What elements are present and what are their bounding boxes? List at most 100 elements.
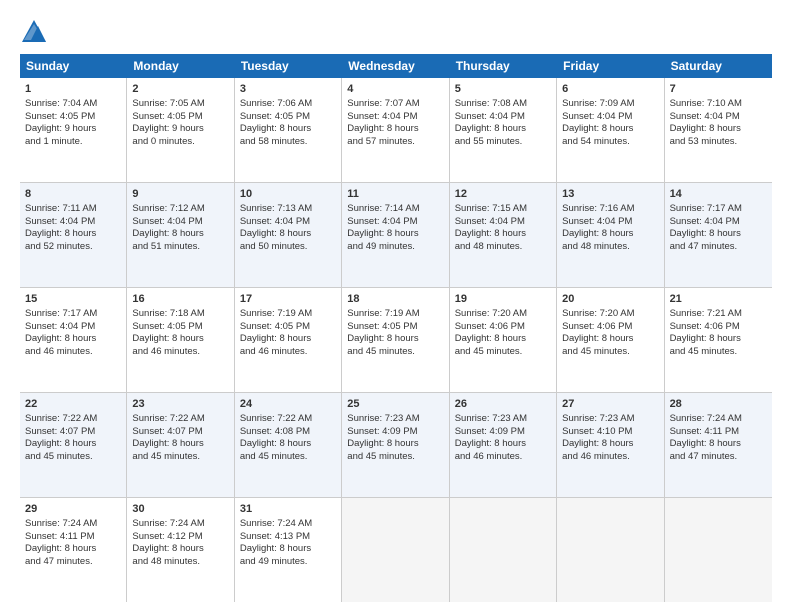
day-info-line-2: Sunset: 4:05 PM <box>240 321 310 332</box>
day-cell-17: 17Sunrise: 7:19 AMSunset: 4:05 PMDayligh… <box>235 288 342 392</box>
day-info-line-3: Daylight: 8 hours <box>132 333 203 344</box>
empty-cell-4-6 <box>665 498 772 602</box>
header-day-thursday: Thursday <box>450 54 557 78</box>
day-info-line-2: Sunset: 4:13 PM <box>240 531 310 542</box>
day-number: 5 <box>455 82 551 97</box>
day-info-line-4: and 46 minutes. <box>562 451 630 462</box>
day-cell-3: 3Sunrise: 7:06 AMSunset: 4:05 PMDaylight… <box>235 78 342 182</box>
day-info-line-4: and 45 minutes. <box>347 451 415 462</box>
day-info-line-3: Daylight: 8 hours <box>240 123 311 134</box>
day-info-line-1: Sunrise: 7:20 AM <box>562 308 634 319</box>
day-info-line-2: Sunset: 4:04 PM <box>455 216 525 227</box>
day-info-line-2: Sunset: 4:07 PM <box>132 426 202 437</box>
day-info-line-4: and 46 minutes. <box>455 451 523 462</box>
day-info-line-4: and 45 minutes. <box>347 346 415 357</box>
day-info-line-1: Sunrise: 7:22 AM <box>132 413 204 424</box>
day-cell-31: 31Sunrise: 7:24 AMSunset: 4:13 PMDayligh… <box>235 498 342 602</box>
day-info-line-3: Daylight: 8 hours <box>562 438 633 449</box>
day-cell-29: 29Sunrise: 7:24 AMSunset: 4:11 PMDayligh… <box>20 498 127 602</box>
empty-cell-4-4 <box>450 498 557 602</box>
day-info-line-2: Sunset: 4:04 PM <box>670 111 740 122</box>
day-info-line-2: Sunset: 4:04 PM <box>25 216 95 227</box>
day-info-line-1: Sunrise: 7:13 AM <box>240 203 312 214</box>
day-info-line-2: Sunset: 4:09 PM <box>347 426 417 437</box>
day-info-line-3: Daylight: 8 hours <box>455 333 526 344</box>
day-info-line-2: Sunset: 4:12 PM <box>132 531 202 542</box>
day-cell-22: 22Sunrise: 7:22 AMSunset: 4:07 PMDayligh… <box>20 393 127 497</box>
day-cell-9: 9Sunrise: 7:12 AMSunset: 4:04 PMDaylight… <box>127 183 234 287</box>
day-cell-6: 6Sunrise: 7:09 AMSunset: 4:04 PMDaylight… <box>557 78 664 182</box>
day-info-line-3: Daylight: 8 hours <box>455 228 526 239</box>
day-info-line-3: Daylight: 9 hours <box>25 123 96 134</box>
day-info-line-3: Daylight: 8 hours <box>240 543 311 554</box>
day-info-line-2: Sunset: 4:04 PM <box>240 216 310 227</box>
day-info-line-2: Sunset: 4:04 PM <box>347 111 417 122</box>
day-info-line-4: and 46 minutes. <box>240 346 308 357</box>
day-info-line-1: Sunrise: 7:18 AM <box>132 308 204 319</box>
day-info-line-2: Sunset: 4:05 PM <box>347 321 417 332</box>
day-cell-12: 12Sunrise: 7:15 AM Sunset: 4:04 PMDayligh… <box>450 183 557 287</box>
day-number: 21 <box>670 292 767 307</box>
day-cell-21: 21Sunrise: 7:21 AMSunset: 4:06 PMDayligh… <box>665 288 772 392</box>
day-info-line-3: Daylight: 8 hours <box>562 333 633 344</box>
day-number: 14 <box>670 187 767 202</box>
day-number: 27 <box>562 397 658 412</box>
day-cell-28: 28Sunrise: 7:24 AMSunset: 4:11 PMDayligh… <box>665 393 772 497</box>
calendar-body: 1Sunrise: 7:04 AMSunset: 4:05 PMDaylight… <box>20 78 772 602</box>
empty-cell-4-5 <box>557 498 664 602</box>
day-cell-15: 15Sunrise: 7:17 AMSunset: 4:04 PMDayligh… <box>20 288 127 392</box>
day-info-line-2: Sunset: 4:04 PM <box>25 321 95 332</box>
day-cell-30: 30Sunrise: 7:24 AMSunset: 4:12 PMDayligh… <box>127 498 234 602</box>
day-info-line-3: Daylight: 8 hours <box>25 228 96 239</box>
day-info-line-3: Daylight: 8 hours <box>670 438 741 449</box>
day-info-line-4: and 45 minutes. <box>562 346 630 357</box>
day-info-line-2: Sunset: 4:11 PM <box>670 426 740 437</box>
day-info-line-4: and 50 minutes. <box>240 241 308 252</box>
header-day-tuesday: Tuesday <box>235 54 342 78</box>
calendar: SundayMondayTuesdayWednesdayThursdayFrid… <box>20 54 772 602</box>
day-info-line-1: Sunrise: 7:22 AM <box>25 413 97 424</box>
day-info-line-3: Daylight: 8 hours <box>240 333 311 344</box>
day-info-line-2: Sunset: 4:04 PM <box>347 216 417 227</box>
day-info-line-4: and 1 minute. <box>25 136 83 147</box>
day-info-line-1: Sunrise: 7:17 AM <box>25 308 97 319</box>
day-info-line-1: Sunrise: 7:19 AM <box>240 308 312 319</box>
day-cell-11: 11Sunrise: 7:14 AMSunset: 4:04 PMDayligh… <box>342 183 449 287</box>
day-info-line-3: Daylight: 8 hours <box>347 333 418 344</box>
day-info-line-4: and 45 minutes. <box>670 346 738 357</box>
day-info-line-1: Sunrise: 7:24 AM <box>670 413 742 424</box>
calendar-row-1: 1Sunrise: 7:04 AMSunset: 4:05 PMDaylight… <box>20 78 772 183</box>
day-info-line-4: and 52 minutes. <box>25 241 93 252</box>
day-info-line-2: Sunset: 4:04 PM <box>562 216 632 227</box>
day-cell-5: 5Sunrise: 7:08 AMSunset: 4:04 PMDaylight… <box>450 78 557 182</box>
day-cell-19: 19Sunrise: 7:20 AMSunset: 4:06 PMDayligh… <box>450 288 557 392</box>
day-info-line-3: Daylight: 9 hours <box>132 123 203 134</box>
day-info-line-4: and 53 minutes. <box>670 136 738 147</box>
day-cell-23: 23Sunrise: 7:22 AMSunset: 4:07 PMDayligh… <box>127 393 234 497</box>
day-number: 15 <box>25 292 121 307</box>
day-cell-14: 14Sunrise: 7:17 AMSunset: 4:04 PMDayligh… <box>665 183 772 287</box>
day-info-line-1: Sunrise: 7:07 AM <box>347 98 419 109</box>
day-number: 12 <box>455 187 551 202</box>
day-info-line-4: and 55 minutes. <box>455 136 523 147</box>
day-info-line-1: Sunrise: 7:23 AM <box>562 413 634 424</box>
day-info-line-4: and 54 minutes. <box>562 136 630 147</box>
day-info-line-1: Sunrise: 7:10 AM <box>670 98 742 109</box>
day-number: 3 <box>240 82 336 97</box>
day-info-line-1: Sunrise: 7:23 AM <box>347 413 419 424</box>
day-info-line-3: Daylight: 8 hours <box>132 438 203 449</box>
day-number: 13 <box>562 187 658 202</box>
day-info-line-4: and 58 minutes. <box>240 136 308 147</box>
day-number: 26 <box>455 397 551 412</box>
day-info-line-3: Daylight: 8 hours <box>240 228 311 239</box>
day-info-line-2: Sunset: 4:10 PM <box>562 426 632 437</box>
day-info-line-3: Daylight: 8 hours <box>347 123 418 134</box>
day-info-line-4: and 47 minutes. <box>670 241 738 252</box>
day-info-line-1: Sunrise: 7:15 AM <box>455 203 527 214</box>
day-info-line-2: Sunset: 4:06 PM <box>455 321 525 332</box>
day-cell-20: 20Sunrise: 7:20 AMSunset: 4:06 PMDayligh… <box>557 288 664 392</box>
day-number: 10 <box>240 187 336 202</box>
day-number: 6 <box>562 82 658 97</box>
day-info-line-1: Sunrise: 7:11 AM <box>25 203 97 214</box>
day-number: 20 <box>562 292 658 307</box>
